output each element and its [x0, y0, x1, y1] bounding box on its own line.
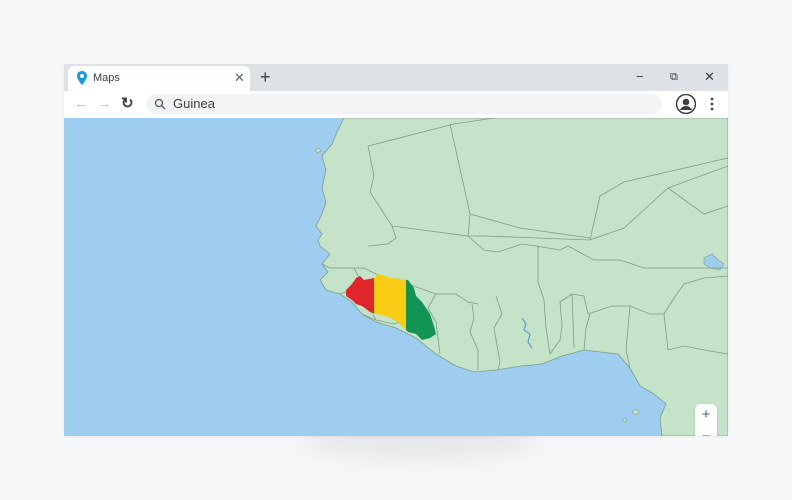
restore-button[interactable]: ⧉ [670, 67, 678, 87]
window-close-button[interactable]: ✕ [704, 67, 715, 87]
map-pin-icon [77, 71, 87, 85]
back-button[interactable]: ← [74, 95, 89, 113]
zoom-controls: + − [695, 404, 717, 436]
new-tab-button[interactable]: + [260, 65, 271, 89]
island-3 [314, 147, 322, 154]
tab-bar: Maps ✕ + − ⧉ ✕ [64, 64, 728, 91]
tab-close-icon[interactable]: ✕ [234, 70, 245, 86]
zoom-in-button[interactable]: + [695, 404, 717, 426]
kebab-menu-icon[interactable] [710, 96, 714, 112]
zoom-out-button[interactable]: − [695, 426, 717, 436]
tab-title: Maps [93, 72, 120, 84]
account-icon[interactable] [676, 94, 696, 114]
island-2 [621, 417, 628, 423]
forward-button[interactable]: → [97, 95, 112, 113]
reload-button[interactable]: ↻ [121, 95, 134, 113]
minimize-button[interactable]: − [636, 67, 644, 87]
search-bar[interactable]: Guinea [146, 94, 662, 114]
island-1 [631, 408, 640, 416]
browser-window: Maps ✕ + − ⧉ ✕ ← → ↻ Guinea + [64, 64, 728, 436]
map-canvas [314, 118, 728, 436]
toolbar: ← → ↻ Guinea [64, 91, 728, 118]
search-query[interactable]: Guinea [173, 96, 215, 111]
tab-maps[interactable]: Maps ✕ [68, 66, 250, 91]
map-view[interactable]: + − [64, 118, 728, 436]
search-icon [154, 98, 166, 110]
